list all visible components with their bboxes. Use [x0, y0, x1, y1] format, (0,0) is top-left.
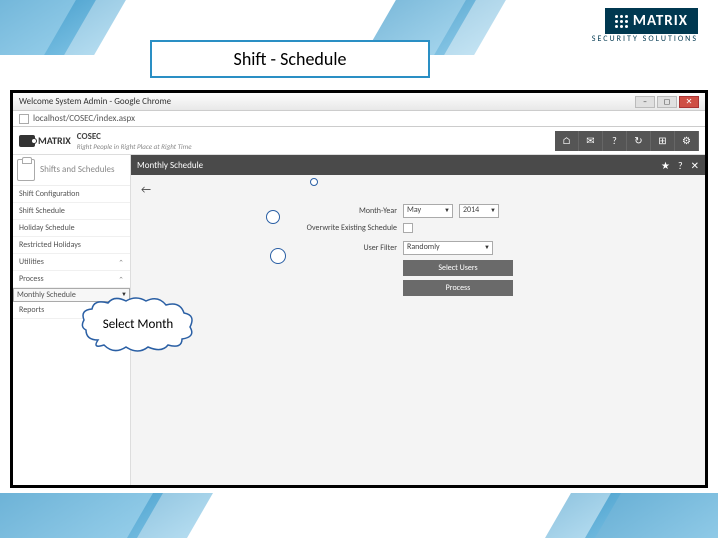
slide-title: Shift - Schedule [150, 40, 430, 78]
panel-help-icon[interactable]: ? [678, 159, 683, 172]
page-icon [19, 114, 29, 124]
callout-bubble [270, 248, 286, 264]
window-titlebar: Welcome System Admin - Google Chrome – ◻… [13, 93, 705, 111]
select-users-button[interactable]: Select Users [403, 260, 513, 276]
brand-logo: MATRIX [605, 8, 698, 34]
clipboard-icon [17, 159, 35, 181]
grid-icon[interactable]: ⊞ [651, 131, 675, 151]
overwrite-checkbox[interactable] [403, 223, 413, 233]
sidebar-item[interactable]: Holiday Schedule [13, 220, 130, 237]
gear-icon[interactable]: ⚙ [675, 131, 699, 151]
filter-label: User Filter [297, 243, 397, 253]
sidebar-item[interactable]: Restricted Holidays [13, 237, 130, 254]
help-icon[interactable]: ? [603, 131, 627, 151]
window-title: Welcome System Admin - Google Chrome [19, 96, 171, 107]
callout-bubble [310, 178, 318, 186]
brand-tagline: SECURITY SOLUTIONS [592, 34, 698, 44]
back-button[interactable]: ← [137, 181, 699, 198]
close-button[interactable]: ✕ [679, 96, 699, 108]
overwrite-label: Overwrite Existing Schedule [297, 223, 397, 233]
sidebar-heading: Shifts and Schedules [40, 165, 115, 175]
sidebar-item[interactable]: Shift Configuration [13, 186, 130, 203]
url-text: localhost/COSEC/index.aspx [33, 113, 135, 124]
filter-select[interactable]: Randomly [403, 241, 493, 255]
main-panel: Monthly Schedule ★ ? ✕ ← Month-Year May … [131, 155, 705, 485]
year-select[interactable]: 2014 [459, 204, 499, 218]
sidebar-item[interactable]: Shift Schedule [13, 203, 130, 220]
product-name: COSEC [77, 131, 192, 142]
callout-text: Select Month [103, 318, 174, 332]
product-tagline: Right People in Right Place at Right Tim… [77, 142, 192, 151]
callout-cloud: Select Month [78, 295, 198, 355]
app-header: MATRIX COSEC Right People in Right Place… [13, 127, 705, 155]
process-button[interactable]: Process [403, 280, 513, 296]
home-icon[interactable]: ⌂ [555, 131, 579, 151]
address-bar[interactable]: localhost/COSEC/index.aspx [13, 111, 705, 127]
sidebar-item[interactable]: Utilities⌃ [13, 254, 130, 271]
page-title: Monthly Schedule [137, 160, 203, 171]
favorite-icon[interactable]: ★ [661, 159, 670, 172]
month-year-label: Month-Year [297, 206, 397, 216]
panel-close-icon[interactable]: ✕ [691, 159, 699, 172]
refresh-icon[interactable]: ↻ [627, 131, 651, 151]
app-window: Welcome System Admin - Google Chrome – ◻… [10, 90, 708, 488]
app-logo: MATRIX [19, 134, 71, 147]
month-select[interactable]: May [403, 204, 453, 218]
minimize-button[interactable]: – [635, 96, 655, 108]
callout-bubble [266, 210, 280, 224]
maximize-button[interactable]: ◻ [657, 96, 677, 108]
sidebar-item[interactable]: Process⌃ [13, 271, 130, 288]
top-nav-icons: ⌂ ✉ ? ↻ ⊞ ⚙ [555, 131, 699, 151]
mail-icon[interactable]: ✉ [579, 131, 603, 151]
